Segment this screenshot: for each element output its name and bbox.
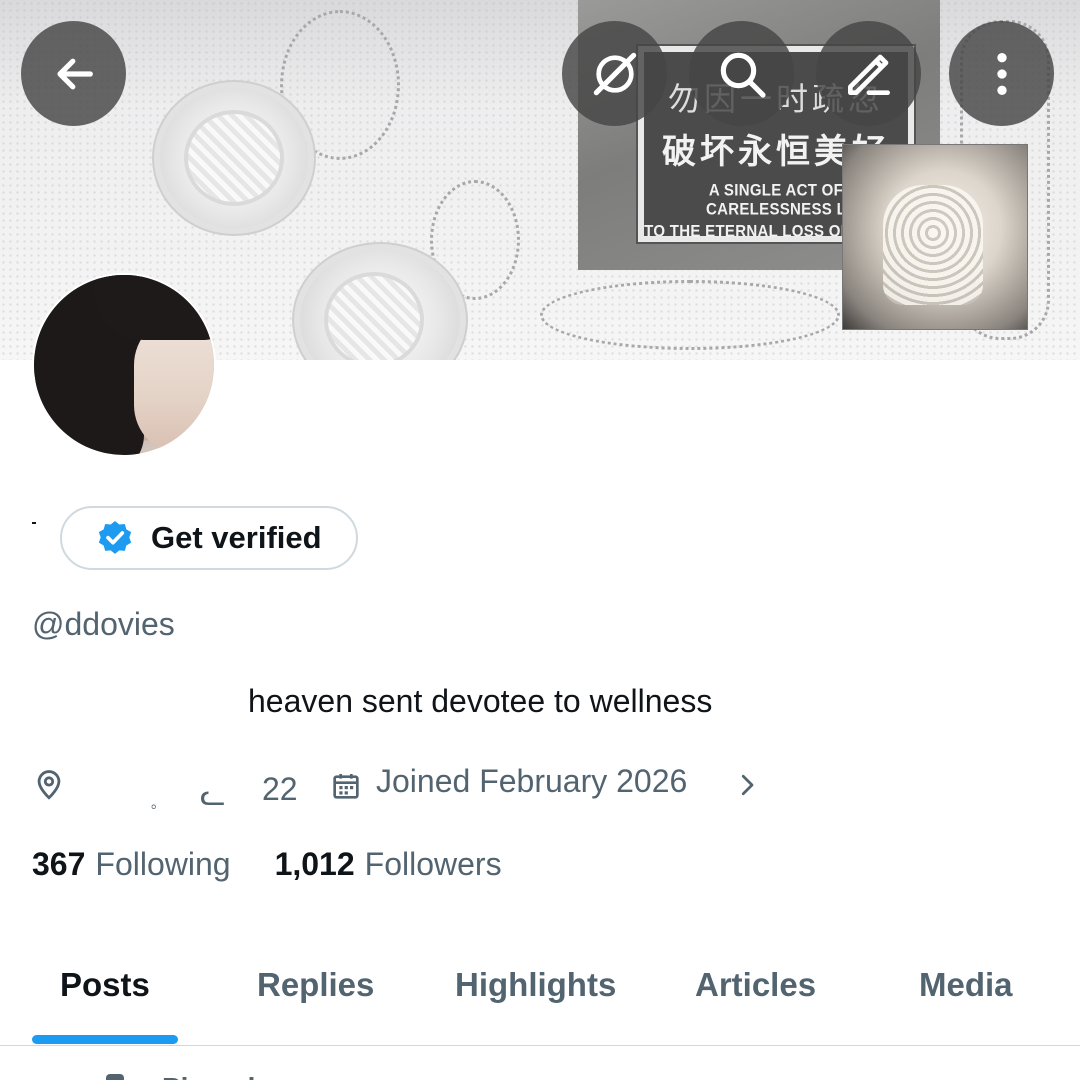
location-pin-icon — [37, 770, 61, 800]
profile-meta-row: 。 ᓚ 22 Joined February 2026 — [32, 760, 792, 812]
profile-avatar[interactable] — [32, 273, 216, 457]
location-glyph: 。 — [151, 795, 165, 811]
following-link[interactable]: 367 Following — [32, 846, 231, 882]
tab-posts[interactable]: Posts — [60, 966, 150, 1004]
following-label: Following — [95, 846, 231, 882]
tab-articles[interactable]: Articles — [695, 966, 816, 1004]
location-text: 22 — [262, 771, 298, 807]
chevron-right-icon[interactable] — [732, 770, 762, 800]
grok-button[interactable] — [562, 21, 667, 126]
tab-replies[interactable]: Replies — [257, 966, 374, 1004]
verified-badge-icon — [98, 521, 132, 554]
following-count: 367 — [32, 846, 86, 882]
get-verified-button[interactable]: Get verified — [60, 506, 358, 570]
back-arrow-icon — [56, 58, 93, 89]
banner-cookie-image — [160, 88, 308, 228]
pinned-label: Pinned — [162, 1072, 255, 1080]
search-button[interactable] — [689, 21, 794, 126]
profile-bio: heaven sent devotee to wellness — [248, 683, 713, 719]
followers-link[interactable]: 1,012 Followers — [275, 846, 502, 882]
joined-date[interactable]: Joined February 2026 — [376, 763, 687, 800]
display-name-dot — [32, 522, 36, 524]
more-vertical-icon — [996, 52, 1007, 95]
search-icon — [720, 52, 766, 98]
more-options-button[interactable] — [949, 21, 1054, 126]
active-tab-indicator — [32, 1035, 178, 1044]
tab-media[interactable]: Media — [919, 966, 1013, 1004]
profile-tabs: Posts Replies Highlights Articles Media — [0, 940, 1080, 1046]
follow-stats: 367 Following 1,012 Followers — [32, 846, 502, 883]
edit-button[interactable] — [816, 21, 921, 126]
banner-statue-photo — [842, 144, 1028, 330]
edit-icon — [847, 54, 890, 95]
location-glyph: ᓚ — [200, 779, 226, 812]
calendar-icon — [333, 774, 359, 799]
followers-label: Followers — [364, 846, 502, 882]
grok-icon — [593, 52, 636, 95]
banner-ornament — [540, 280, 840, 350]
profile-handle: @ddovies — [32, 606, 175, 642]
tab-highlights[interactable]: Highlights — [455, 966, 616, 1004]
back-button[interactable] — [21, 21, 126, 126]
get-verified-label: Get verified — [151, 520, 322, 555]
pin-icon — [106, 1074, 124, 1080]
pinned-post-header: Pinned — [100, 1066, 400, 1080]
followers-count: 1,012 — [274, 846, 355, 882]
